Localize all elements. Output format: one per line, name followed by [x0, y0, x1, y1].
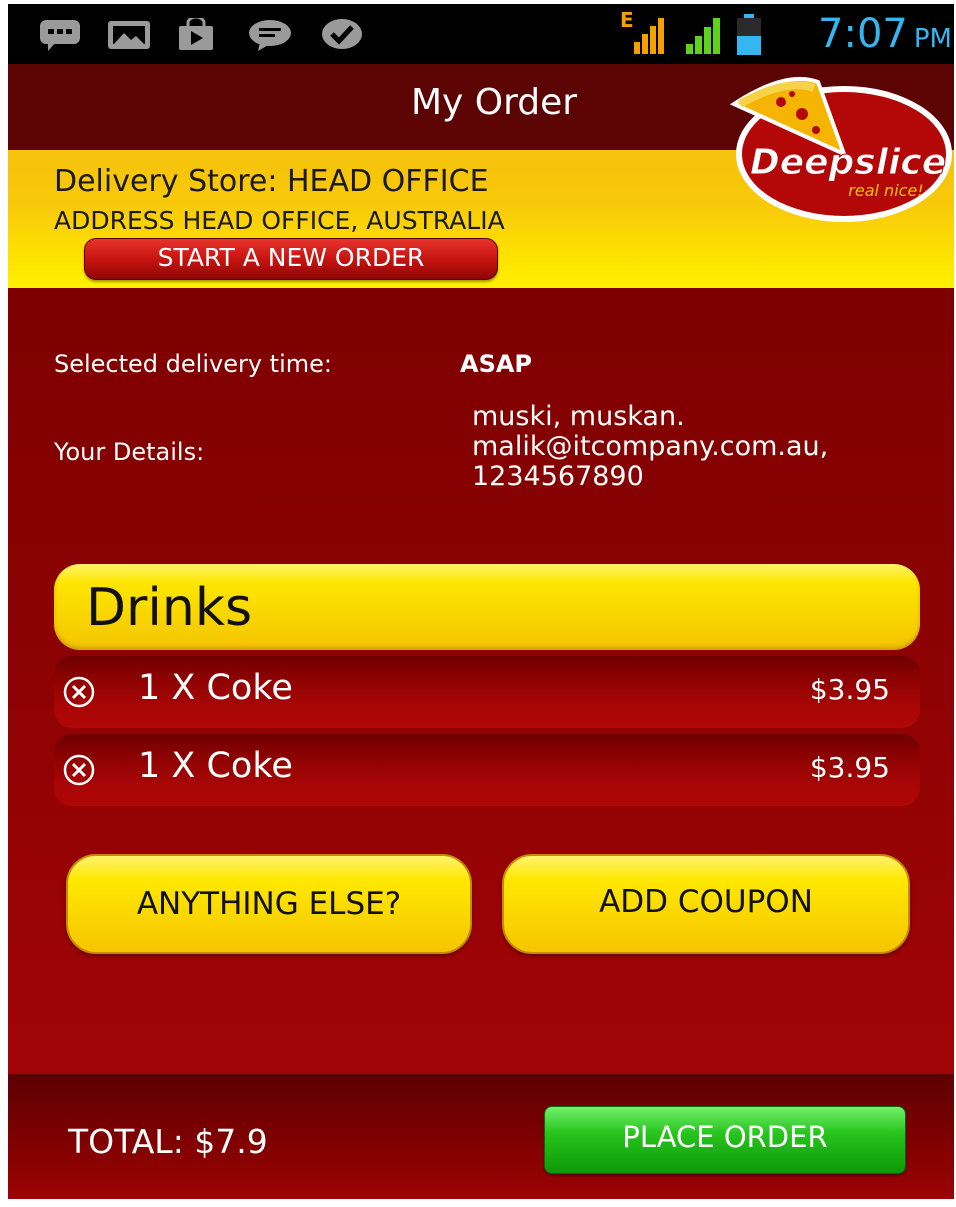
check-icon	[322, 19, 362, 49]
signal-icon	[686, 18, 720, 54]
chat-icon	[40, 20, 80, 51]
order-footer: TOTAL: $7.9 PLACE ORDER	[8, 1074, 954, 1199]
anything-else-button[interactable]: ANYTHING ELSE?	[66, 854, 472, 954]
category-header-drinks: Drinks	[54, 564, 920, 650]
item-name: 1 X Coke	[138, 746, 293, 786]
category-title: Drinks	[86, 578, 253, 638]
order-item-row: 1 X Coke $3.95	[54, 734, 920, 806]
item-price: $3.95	[809, 673, 890, 706]
your-details-label: Your Details:	[54, 438, 205, 466]
image-icon	[108, 21, 150, 49]
message-icon	[249, 20, 291, 51]
remove-item-icon[interactable]	[62, 675, 96, 709]
remove-item-icon[interactable]	[62, 753, 96, 787]
customer-details-line: malik@itcompany.com.au,	[472, 431, 829, 462]
clock-ampm: PM	[913, 24, 952, 54]
delivery-store-address: ADDRESS HEAD OFFICE, AUSTRALIA	[54, 206, 505, 235]
start-new-order-button[interactable]: START A NEW ORDER	[84, 238, 498, 280]
status-bar: E 7:07 PM	[8, 4, 954, 64]
item-name: 1 X Coke	[138, 668, 293, 708]
logo-tagline: real nice!	[848, 181, 923, 200]
place-order-button[interactable]: PLACE ORDER	[544, 1106, 906, 1174]
add-coupon-button[interactable]: ADD COUPON	[502, 854, 910, 954]
order-summary: Selected delivery time: ASAP Your Detail…	[8, 288, 954, 1074]
deepslice-logo: Deepslice real nice!	[729, 76, 952, 222]
customer-details-line: muski, muskan.	[472, 401, 685, 432]
clock-time: 7:07	[818, 11, 908, 57]
clock: 7:07 PM	[818, 10, 952, 63]
logo-brand: Deepslice	[750, 142, 946, 183]
customer-details: muski, muskan. malik@itcompany.com.au, 1…	[472, 402, 828, 492]
delivery-store-name: Delivery Store: HEAD OFFICE	[54, 164, 489, 199]
customer-details-line: 1234567890	[472, 461, 644, 492]
store-icon	[179, 18, 213, 50]
order-item-row: 1 X Coke $3.95	[54, 656, 920, 728]
item-price: $3.95	[809, 751, 890, 784]
order-total: TOTAL: $7.9	[68, 1122, 268, 1161]
battery-icon	[737, 14, 761, 55]
delivery-time-value: ASAP	[460, 350, 533, 378]
signal-icon	[634, 18, 664, 54]
delivery-time-label: Selected delivery time:	[54, 350, 332, 378]
app-screen: E 7:07 PM My Order Delivery Store: HEAD O…	[8, 4, 954, 1199]
